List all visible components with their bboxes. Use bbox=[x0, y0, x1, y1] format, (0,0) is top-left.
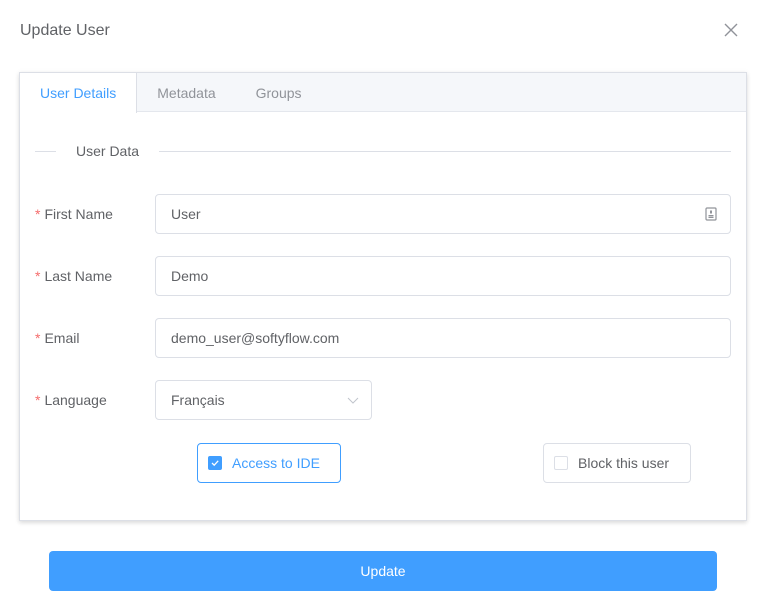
language-value: Français bbox=[171, 392, 225, 408]
tabs-header: User Details Metadata Groups bbox=[20, 73, 746, 113]
block-user-label: Block this user bbox=[578, 455, 670, 471]
email-row: * Email demo_user@softyflow.com bbox=[35, 318, 731, 358]
checkbox-checked-icon bbox=[208, 456, 222, 471]
contact-card-icon[interactable] bbox=[704, 207, 718, 221]
close-icon bbox=[724, 23, 738, 37]
language-select[interactable]: Français bbox=[155, 380, 372, 420]
last-name-label: * Last Name bbox=[35, 256, 112, 296]
user-form-card: User Details Metadata Groups User Data *… bbox=[19, 72, 747, 521]
last-name-row: * Last Name Demo bbox=[35, 256, 731, 296]
first-name-label-text: First Name bbox=[44, 206, 113, 222]
update-button[interactable]: Update bbox=[49, 551, 717, 591]
language-row: * Language Français bbox=[35, 380, 731, 420]
email-label: * Email bbox=[35, 318, 79, 358]
access-ide-label: Access to IDE bbox=[232, 455, 320, 471]
chevron-down-icon bbox=[347, 397, 359, 404]
last-name-value: Demo bbox=[171, 268, 209, 284]
required-mark: * bbox=[35, 268, 41, 284]
last-name-label-text: Last Name bbox=[44, 268, 113, 284]
first-name-input[interactable]: User bbox=[155, 194, 731, 234]
access-ide-checkbox[interactable]: Access to IDE bbox=[197, 443, 341, 483]
language-label-text: Language bbox=[44, 392, 107, 408]
last-name-input[interactable]: Demo bbox=[155, 256, 731, 296]
section-divider-label: User Data bbox=[56, 143, 160, 160]
block-user-checkbox[interactable]: Block this user bbox=[543, 443, 691, 483]
first-name-value: User bbox=[171, 206, 201, 222]
language-label: * Language bbox=[35, 380, 107, 420]
tab-groups[interactable]: Groups bbox=[236, 73, 322, 113]
required-mark: * bbox=[35, 330, 41, 346]
first-name-row: * First Name User bbox=[35, 194, 731, 234]
required-mark: * bbox=[35, 392, 41, 408]
tab-user-details[interactable]: User Details bbox=[20, 73, 138, 113]
close-button[interactable] bbox=[721, 20, 741, 40]
email-label-text: Email bbox=[44, 330, 80, 346]
first-name-label: * First Name bbox=[35, 194, 113, 234]
dialog-title: Update User bbox=[20, 22, 110, 39]
checkbox-unchecked-icon bbox=[554, 456, 568, 471]
required-mark: * bbox=[35, 206, 41, 222]
email-input[interactable]: demo_user@softyflow.com bbox=[155, 318, 731, 358]
email-value: demo_user@softyflow.com bbox=[171, 330, 340, 346]
tab-metadata[interactable]: Metadata bbox=[137, 73, 235, 113]
